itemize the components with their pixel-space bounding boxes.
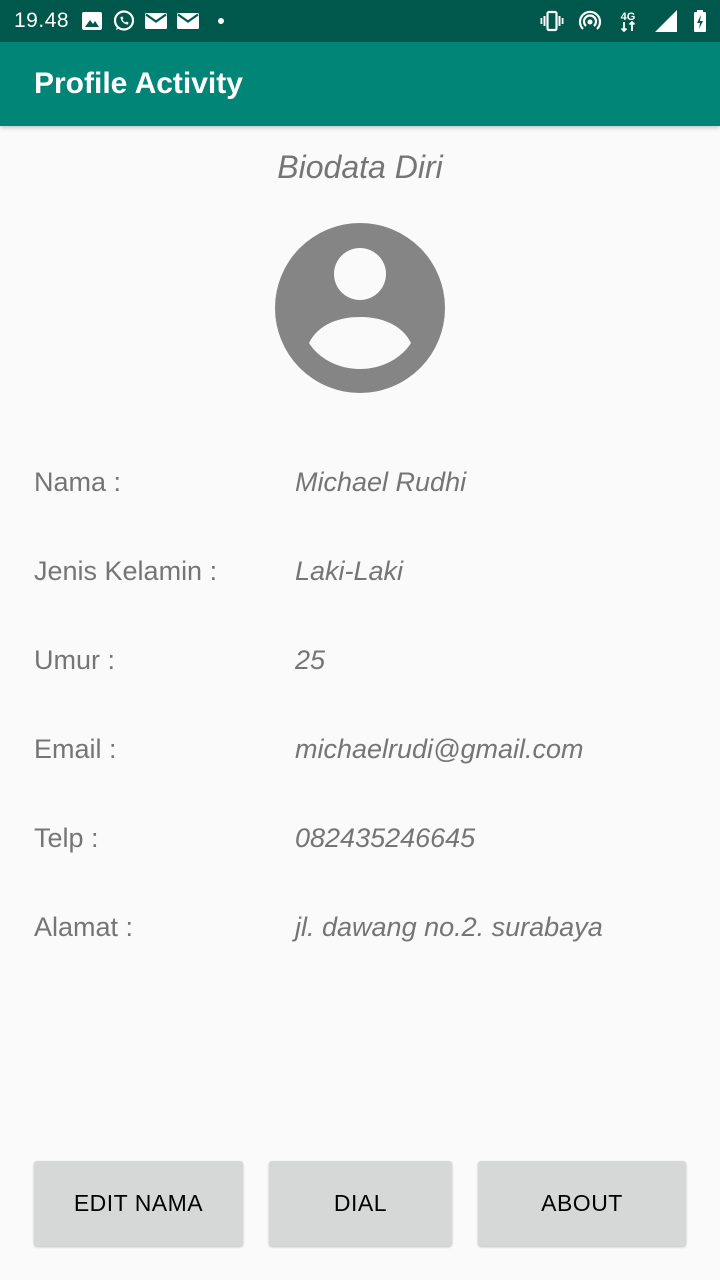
edit-nama-button[interactable]: EDIT NAMA [34,1161,243,1246]
dial-button[interactable]: DIAL [269,1161,452,1246]
gmail-icon [176,9,200,33]
4g-data-icon: 4G [616,9,640,33]
app-title: Profile Activity [34,67,243,100]
field-value-jenis-kelamin: Laki-Laki [295,556,404,586]
field-label-nama: Nama : [34,467,122,497]
field-label-jenis-kelamin: Jenis Kelamin : [34,556,218,586]
app-bar: Profile Activity [0,42,720,126]
field-value-umur: 25 [295,645,326,675]
image-icon [80,9,104,33]
battery-icon [692,9,708,33]
status-time: 19.48 [14,9,70,32]
field-label-umur: Umur : [34,645,115,675]
hotspot-icon [578,9,602,33]
field-label-telp: Telp : [34,823,99,853]
status-bar: 19.48 4G [0,0,720,42]
field-value-telp: 082435246645 [295,823,476,853]
account-circle-icon [275,223,445,393]
network-type-label: 4G [621,11,636,23]
field-row-nama: Nama : Michael Rudhi [0,462,720,502]
field-row-umur: Umur : 25 [0,640,720,680]
field-row-telp: Telp : 082435246645 [0,818,720,858]
signal-icon [654,9,678,33]
whatsapp-icon [112,9,136,33]
system-icons: 4G [540,7,708,35]
gmail-icon [144,9,168,33]
field-label-alamat: Alamat : [34,912,134,942]
vibrate-icon [540,9,564,33]
section-title: Biodata Diri [277,149,443,185]
field-value-alamat: jl. dawang no.2. surabaya [295,912,603,942]
field-value-nama: Michael Rudhi [295,467,467,497]
field-row-jenis-kelamin: Jenis Kelamin : Laki-Laki [0,551,720,591]
about-button[interactable]: ABOUT [478,1161,686,1246]
field-row-email: Email : michaelrudi@gmail.com [0,729,720,769]
field-row-alamat: Alamat : jl. dawang no.2. surabaya [0,907,720,947]
notification-icons [80,8,224,34]
more-dot-icon [218,18,224,24]
field-label-email: Email : [34,734,117,764]
field-value-email: michaelrudi@gmail.com [295,734,584,764]
